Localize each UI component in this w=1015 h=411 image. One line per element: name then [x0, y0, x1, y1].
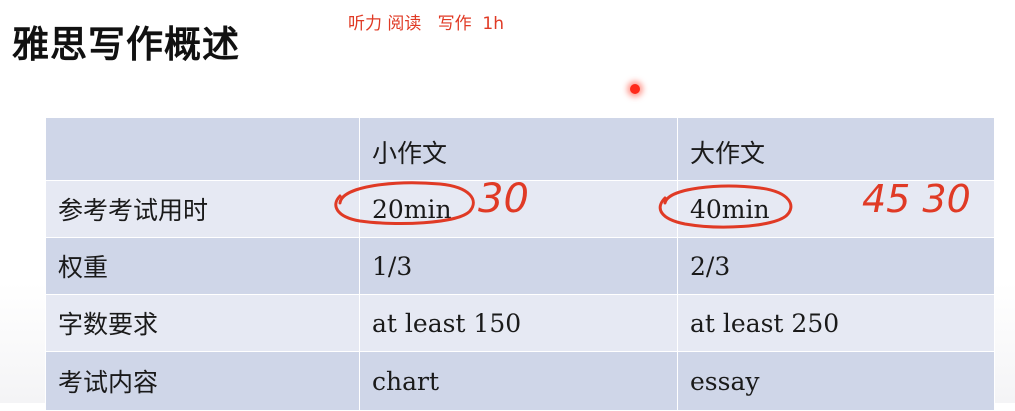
table-row-weight: 权重 1/3 2/3: [45, 237, 995, 295]
row-label: 参考考试用时: [45, 180, 360, 238]
task2-value: 40min: [677, 180, 995, 238]
row-label: 字数要求: [45, 294, 360, 352]
table-row-word-count: 字数要求 at least 150 at least 250: [45, 294, 995, 352]
header-cell-empty: [45, 117, 360, 181]
laser-pointer-dot: [630, 84, 640, 94]
task1-value: 20min: [359, 180, 678, 238]
writing-overview-table: 小作文 大作文 参考考试用时 20min 40min 权重 1/3 2/3 字数…: [45, 117, 995, 411]
row-label: 权重: [45, 237, 360, 295]
header-cell-task1: 小作文: [359, 117, 678, 181]
task2-value: 2/3: [677, 237, 995, 295]
task1-value: chart: [359, 351, 678, 411]
task1-value: 1/3: [359, 237, 678, 295]
table-row-time: 参考考试用时 20min 40min: [45, 180, 995, 238]
task2-value: essay: [677, 351, 995, 411]
handwritten-note: 听力 阅读 写作 1h: [348, 14, 505, 34]
table-header-row: 小作文 大作文: [45, 117, 995, 181]
page-title: 雅思写作概述: [12, 23, 240, 66]
row-label: 考试内容: [45, 351, 360, 411]
task1-value: at least 150: [359, 294, 678, 352]
header-cell-task2: 大作文: [677, 117, 995, 181]
table-row-content: 考试内容 chart essay: [45, 351, 995, 411]
task2-value: at least 250: [677, 294, 995, 352]
